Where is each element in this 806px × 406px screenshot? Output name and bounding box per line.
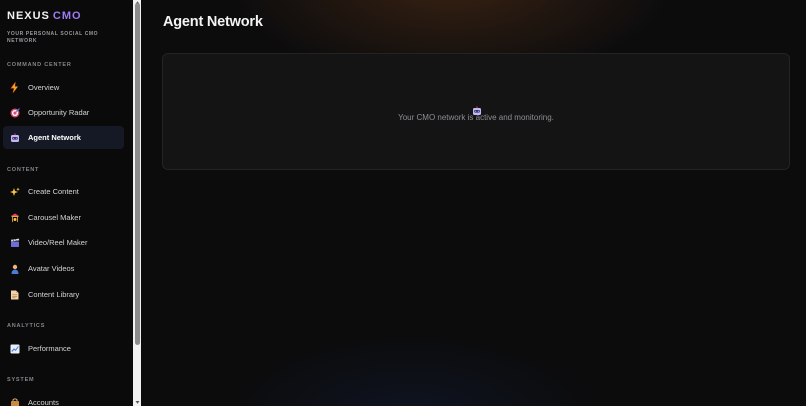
app-window: NEXUS CMO YOUR PERSONAL SOCIAL CMO NETWOR… (0, 0, 806, 406)
carousel-icon (9, 212, 20, 223)
section-label-content: CONTENT (7, 167, 40, 173)
brand-accent: CMO (52, 10, 82, 22)
robot-icon (9, 132, 20, 143)
sparkles-icon (9, 186, 20, 197)
sidebar: NEXUS CMO YOUR PERSONAL SOCIAL CMO NETWOR… (0, 0, 141, 406)
robot-icon (472, 101, 482, 115)
main-content: Agent Network Your CMO network is active… (141, 0, 806, 406)
brand-name: NEXUS (7, 10, 50, 22)
page-title: Agent Network (163, 14, 263, 30)
sidebar-item-label: Avatar Videos (28, 264, 75, 273)
scrollbar-thumb[interactable] (134, 3, 140, 345)
status-card: Your CMO network is active and monitorin… (162, 53, 790, 170)
section-label-command-center: COMMAND CENTER (7, 62, 72, 68)
sidebar-item-overview[interactable]: Overview (3, 76, 124, 99)
lightning-icon (9, 82, 20, 93)
sidebar-content: NEXUS CMO YOUR PERSONAL SOCIAL CMO NETWOR… (0, 0, 133, 406)
sidebar-item-create-content[interactable]: Create Content (3, 180, 124, 203)
brand-tagline: YOUR PERSONAL SOCIAL CMO NETWORK (7, 31, 99, 44)
brand-logo[interactable]: NEXUS CMO (7, 10, 82, 22)
sidebar-item-avatar-videos[interactable]: Avatar Videos (3, 257, 124, 280)
sidebar-item-label: Carousel Maker (28, 213, 81, 222)
sidebar-item-carousel-maker[interactable]: Carousel Maker (3, 206, 124, 229)
sidebar-item-label: Create Content (28, 187, 79, 196)
sidebar-item-label: Overview (28, 83, 60, 92)
sidebar-item-video-reel-maker[interactable]: Video/Reel Maker (3, 231, 124, 254)
sidebar-item-label: Accounts (28, 398, 59, 406)
clapper-icon (9, 237, 20, 248)
sidebar-item-agent-network[interactable]: Agent Network (3, 126, 124, 149)
person-icon (9, 263, 20, 274)
target-icon (9, 107, 20, 118)
status-message: Your CMO network is active and monitorin… (398, 113, 554, 122)
document-icon (9, 289, 20, 300)
sidebar-item-label: Agent Network (28, 133, 81, 142)
sidebar-item-label: Video/Reel Maker (28, 238, 88, 247)
link-icon (9, 397, 20, 406)
sidebar-item-label: Performance (28, 344, 71, 353)
sidebar-scrollbar[interactable] (133, 0, 141, 406)
sidebar-item-label: Content Library (28, 290, 80, 299)
sidebar-item-opportunity-radar[interactable]: Opportunity Radar (3, 101, 124, 124)
sidebar-item-content-library[interactable]: Content Library (3, 283, 124, 306)
section-label-analytics: ANALYTICS (7, 323, 46, 329)
chart-icon (9, 343, 20, 354)
sidebar-item-performance[interactable]: Performance (3, 337, 124, 360)
sidebar-item-label: Opportunity Radar (28, 108, 90, 117)
section-label-system: SYSTEM (7, 377, 35, 383)
scroll-down-arrow-icon[interactable] (135, 400, 140, 405)
sidebar-item-accounts[interactable]: Accounts (3, 391, 124, 406)
